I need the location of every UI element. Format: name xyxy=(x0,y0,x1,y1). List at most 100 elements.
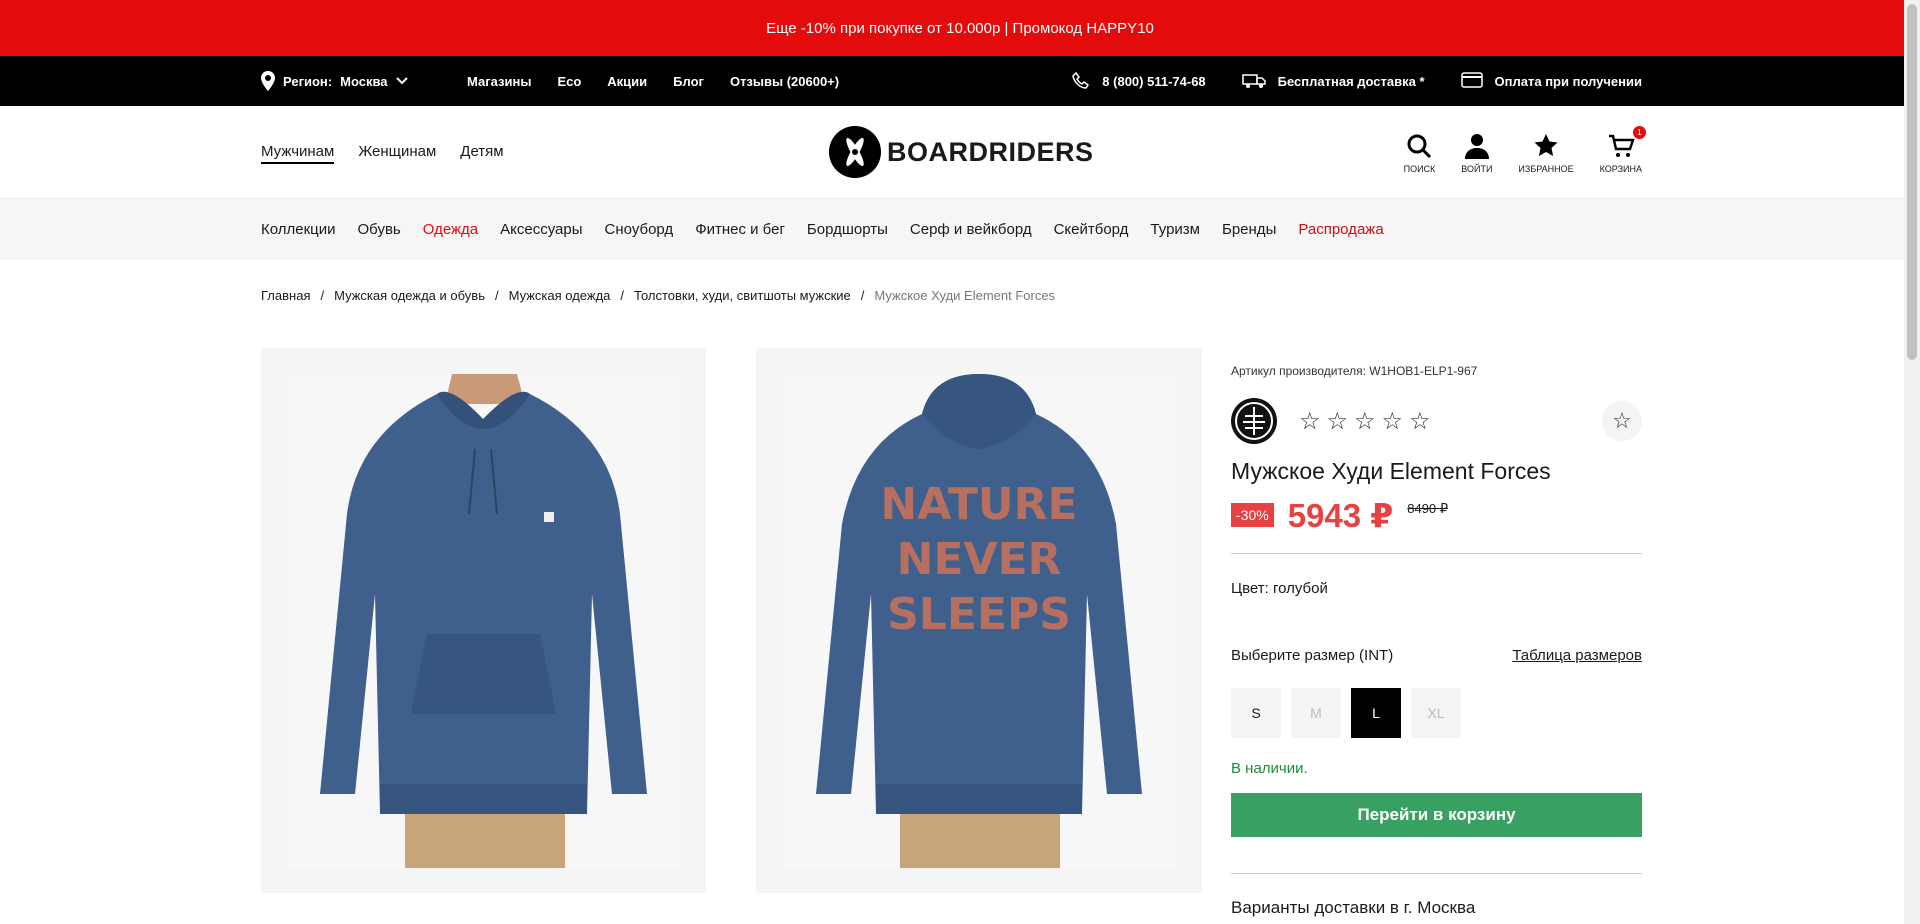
promo-banner[interactable]: Еще -10% при покупке от 10.000р | Промок… xyxy=(0,0,1920,56)
hoodie-front-image xyxy=(287,374,680,868)
gender-kids[interactable]: Детям xyxy=(460,143,503,164)
size-option-l[interactable]: L xyxy=(1351,688,1401,738)
payment-text: Оплата при получении xyxy=(1494,73,1642,89)
top-link-reviews[interactable]: Отзывы (20600+) xyxy=(730,74,839,89)
cat-boardshorts[interactable]: Бордшорты xyxy=(807,221,888,238)
cat-skateboard[interactable]: Скейтборд xyxy=(1054,221,1129,238)
rating-stars[interactable]: ☆ ☆ ☆ ☆ ☆ xyxy=(1299,407,1431,436)
old-price: 8490 ₽ xyxy=(1407,501,1449,516)
gender-nav: Мужчинам Женщинам Детям xyxy=(261,143,504,164)
size-options: S M L XL xyxy=(1231,688,1642,738)
star-outline-icon[interactable]: ☆ xyxy=(1327,407,1349,436)
promo-text: Еще -10% при покупке от 10.000р | Промок… xyxy=(766,19,1154,37)
star-outline-icon[interactable]: ☆ xyxy=(1354,407,1376,436)
hoodie-back-image: NATURE NEVER SLEEPS xyxy=(782,374,1176,868)
size-option-xl[interactable]: XL xyxy=(1411,688,1461,738)
go-to-cart-button[interactable]: Перейти в корзину xyxy=(1231,793,1642,837)
top-link-stores[interactable]: Магазины xyxy=(467,74,531,89)
search-button[interactable]: ПОИСК xyxy=(1404,132,1435,174)
size-option-m[interactable]: M xyxy=(1291,688,1341,738)
cat-surf[interactable]: Серф и вейкборд xyxy=(910,221,1032,238)
cat-shoes[interactable]: Обувь xyxy=(358,221,401,238)
product-photo-front[interactable] xyxy=(261,348,706,893)
header-actions: ПОИСК ВОЙТИ ИЗБРАННОЕ 1 КОРЗИНА xyxy=(1404,126,1646,174)
category-nav: Коллекции Обувь Одежда Аксессуары Сноубо… xyxy=(0,199,1920,260)
back-print-line-2: NEVER xyxy=(897,534,1062,585)
region-value: Москва xyxy=(340,73,388,89)
logo-text: BOARDRIDERS xyxy=(887,136,1094,167)
cat-clothing[interactable]: Одежда xyxy=(423,221,478,238)
add-to-favorites-button[interactable]: ☆ xyxy=(1602,401,1642,441)
login-label: ВОЙТИ xyxy=(1461,164,1493,174)
crumb-separator: / xyxy=(860,288,865,303)
element-brand-logo[interactable] xyxy=(1231,398,1277,444)
truck-icon xyxy=(1241,74,1266,88)
phone-icon xyxy=(1072,72,1090,89)
cart-button[interactable]: 1 КОРЗИНА xyxy=(1599,126,1646,174)
star-outline-icon[interactable]: ☆ xyxy=(1382,407,1404,436)
scrollbar-thumb[interactable] xyxy=(1907,4,1917,360)
crumb-separator: / xyxy=(620,288,625,303)
star-icon xyxy=(1534,134,1558,156)
star-outline-icon[interactable]: ☆ xyxy=(1299,407,1321,436)
gender-women[interactable]: Женщинам xyxy=(358,143,436,164)
login-button[interactable]: ВОЙТИ xyxy=(1461,132,1492,174)
cat-tourism[interactable]: Туризм xyxy=(1150,221,1200,238)
crumb-hoodies[interactable]: Толстовки, худи, свитшоты мужские xyxy=(634,288,851,303)
delivery-options-title[interactable]: Варианты доставки в г. Москва xyxy=(1231,898,1642,918)
main-header: Мужчинам Женщинам Детям BOARDRIDERS ПОИС… xyxy=(0,106,1920,199)
cat-snowboard[interactable]: Сноуборд xyxy=(605,221,674,238)
cat-sale[interactable]: Распродажа xyxy=(1298,221,1383,238)
star-outline-icon[interactable]: ☆ xyxy=(1409,407,1431,436)
card-icon xyxy=(1460,72,1483,88)
product-photo-back[interactable]: NATURE NEVER SLEEPS xyxy=(756,348,1202,893)
top-right-info: 8 (800) 511-74-68 Бесплатная доставка * … xyxy=(1072,56,1642,106)
delivery-text: Бесплатная доставка * xyxy=(1277,73,1425,89)
gender-men[interactable]: Мужчинам xyxy=(261,143,335,164)
cat-collections[interactable]: Коллекции xyxy=(261,221,336,238)
discount-badge: -30% xyxy=(1231,503,1274,527)
cat-fitness[interactable]: Фитнес и бег xyxy=(695,221,785,238)
top-link-blog[interactable]: Блог xyxy=(673,74,704,89)
back-print-line-3: SLEEPS xyxy=(887,589,1071,640)
boardriders-logo[interactable]: BOARDRIDERS xyxy=(829,126,1094,178)
top-link-eco[interactable]: Eco xyxy=(557,74,581,89)
favorites-label: ИЗБРАННОЕ xyxy=(1518,164,1574,174)
divider xyxy=(1231,553,1642,554)
favorites-button[interactable]: ИЗБРАННОЕ xyxy=(1518,132,1574,174)
cart-count-badge: 1 xyxy=(1633,126,1646,139)
cat-accessories[interactable]: Аксессуары xyxy=(500,221,582,238)
crumb-current: Мужское Худи Element Forces xyxy=(874,288,1056,303)
delivery-info[interactable]: Бесплатная доставка * xyxy=(1241,73,1425,89)
page-scrollbar[interactable] xyxy=(1904,0,1920,924)
cat-brands[interactable]: Бренды xyxy=(1222,221,1276,238)
chevron-down-icon xyxy=(395,77,408,85)
top-bar: Регион: Москва Магазины Eco Акции Блог О… xyxy=(0,56,1920,106)
size-option-s[interactable]: S xyxy=(1231,688,1281,738)
logo-mark-icon xyxy=(829,126,881,178)
crumb-home[interactable]: Главная xyxy=(261,288,310,303)
cart-label: КОРЗИНА xyxy=(1599,164,1642,174)
size-header: Выберите размер (INT) Таблица размеров xyxy=(1231,647,1642,664)
product-title: Мужское Худи Element Forces xyxy=(1231,458,1551,484)
crumb-men-clothing-shoes[interactable]: Мужская одежда и обувь xyxy=(334,288,485,303)
crumb-men-clothing[interactable]: Мужская одежда xyxy=(509,288,611,303)
phone-link[interactable]: 8 (800) 511-74-68 xyxy=(1072,72,1206,90)
price-row: -30% 5943 ₽ 8490 ₽ xyxy=(1231,496,1642,534)
user-icon xyxy=(1464,134,1489,159)
product-info: Артикул производителя: W1HOB1-ELP1-967 ☆… xyxy=(1231,364,1642,918)
breadcrumb: Главная / Мужская одежда и обувь / Мужская… xyxy=(261,288,1055,303)
size-table-link[interactable]: Таблица размеров xyxy=(1512,647,1642,664)
brand-rating-row: ☆ ☆ ☆ ☆ ☆ ☆ xyxy=(1231,398,1642,444)
current-price: 5943 ₽ xyxy=(1287,496,1394,534)
crumb-separator: / xyxy=(320,288,325,303)
product-sku: Артикул производителя: W1HOB1-ELP1-967 xyxy=(1231,364,1478,378)
region-label: Регион: xyxy=(283,73,333,89)
size-label: Выберите размер (INT) xyxy=(1231,647,1394,664)
phone-number: 8 (800) 511-74-68 xyxy=(1102,73,1206,89)
search-icon xyxy=(1407,134,1432,159)
product-color: Цвет: голубой xyxy=(1231,580,1328,597)
region-selector[interactable]: Регион: Москва xyxy=(261,56,408,106)
payment-info[interactable]: Оплата при получении xyxy=(1460,72,1642,90)
top-link-promos[interactable]: Акции xyxy=(607,74,647,89)
